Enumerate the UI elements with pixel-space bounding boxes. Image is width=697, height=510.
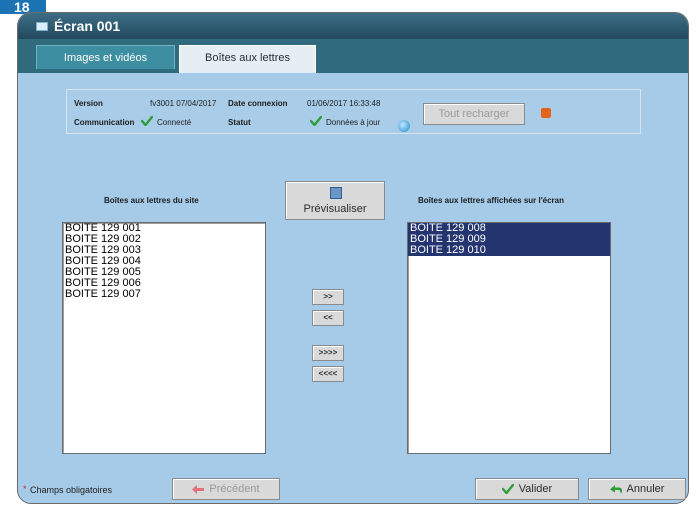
window-title: Écran 001: [54, 18, 121, 34]
validate-button-label: Valider: [518, 483, 553, 495]
status-label: Statut: [228, 118, 251, 127]
connection-info-panel: Version fv3001 07/04/2017 Date connexion…: [66, 89, 641, 134]
previous-button-label: Précédent: [209, 483, 260, 495]
communication-label: Communication: [74, 118, 135, 127]
cancel-button-label: Annuler: [626, 483, 665, 495]
version-value: fv3001 07/04/2017: [150, 99, 217, 108]
preview-icon: [330, 187, 342, 199]
list-item[interactable]: BOITE 129 007: [63, 289, 265, 300]
list-item-selected[interactable]: BOITE 129 010: [408, 245, 610, 256]
undo-arrow-icon: [609, 485, 622, 493]
communication-value: Connecté: [157, 118, 192, 127]
move-right-button[interactable]: >>: [312, 289, 344, 305]
right-list-heading: Boîtes aux lettres affichées sur l'écran: [418, 196, 564, 205]
tab-panel-top: [18, 73, 688, 86]
preview-button-label: Prévisualiser: [303, 203, 367, 215]
refresh-icon[interactable]: [398, 120, 410, 132]
reload-all-button[interactable]: Tout recharger: [423, 103, 525, 125]
tab-images-videos[interactable]: Images et vidéos: [36, 45, 175, 69]
required-star: *: [23, 484, 27, 494]
tab-mailboxes[interactable]: Boîtes aux lettres: [179, 45, 316, 73]
check-icon: [501, 484, 514, 495]
screen-mailbox-list[interactable]: BOITE 129 008 BOITE 129 009 BOITE 129 01…: [407, 222, 611, 454]
warning-icon: [541, 108, 551, 118]
application-window: Écran 001 Images et vidéos Boîtes aux le…: [17, 12, 689, 504]
move-all-right-button[interactable]: >>>>: [312, 345, 344, 361]
site-mailbox-list[interactable]: BOITE 129 001 BOITE 129 002 BOITE 129 00…: [62, 222, 266, 454]
validate-button[interactable]: Valider: [475, 478, 579, 500]
version-label: Version: [74, 99, 103, 108]
preview-button[interactable]: Prévisualiser: [285, 181, 385, 220]
cancel-button[interactable]: Annuler: [588, 478, 686, 500]
arrow-left-icon: [192, 484, 205, 494]
title-bar: Écran 001: [18, 13, 688, 39]
connection-date-value: 01/06/2017 16:33:48: [307, 99, 381, 108]
required-fields-note: Champs obligatoires: [30, 485, 113, 495]
move-left-button[interactable]: <<: [312, 310, 344, 326]
previous-button[interactable]: Précédent: [172, 478, 280, 500]
left-list-heading: Boîtes aux lettres du site: [104, 196, 199, 205]
status-check-icon: [310, 116, 322, 126]
window-icon: [36, 22, 48, 31]
tab-bar: Images et vidéos Boîtes aux lettres: [18, 39, 688, 86]
connection-date-label: Date connexion: [228, 99, 288, 108]
status-value: Données à jour: [326, 118, 381, 127]
move-all-left-button[interactable]: <<<<: [312, 366, 344, 382]
connected-check-icon: [141, 116, 153, 126]
